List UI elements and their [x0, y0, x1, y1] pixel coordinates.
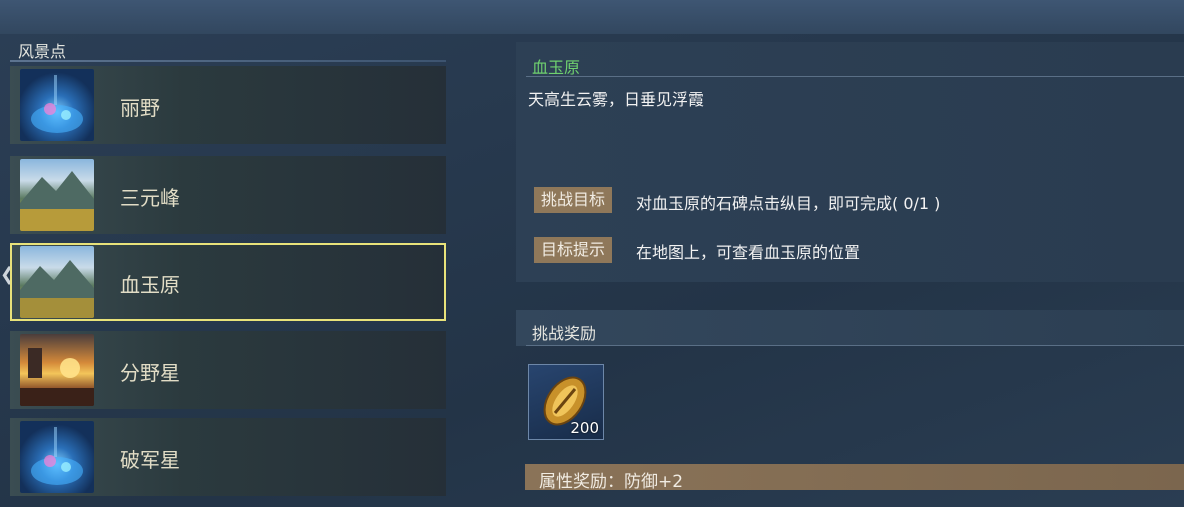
scenic-item-fenyexing[interactable]: 分野星 [10, 331, 446, 409]
detail-title: 血玉原 [532, 58, 581, 77]
reward-item-slot[interactable]: 200 [528, 364, 604, 440]
sunset-scene-thumbnail [20, 334, 94, 406]
scenic-list-panel: 风景点 丽野 三元峰 血玉原 分野星 破军星 [8, 36, 448, 507]
scenic-item-label: 丽野 [120, 96, 160, 120]
scenic-item-liye[interactable]: 丽野 [10, 66, 446, 144]
reward-section: 挑战奖励 [516, 310, 1184, 346]
mountain-scene-thumbnail [20, 246, 94, 318]
scenic-detail-panel: 血玉原 天高生云雾，日垂见浮霞 挑战目标 对血玉原的石碑点击纵目，即可完成( 0… [516, 42, 1184, 282]
goal-text: 对血玉原的石碑点击纵目，即可完成( 0/1 ) [636, 194, 941, 213]
top-bar [0, 0, 1184, 35]
detail-description: 天高生云雾，日垂见浮霞 [528, 90, 705, 109]
scenic-item-label: 血玉原 [120, 273, 180, 297]
mountain-scene-thumbnail [20, 159, 94, 231]
reward-title: 挑战奖励 [532, 324, 597, 343]
starry-scene-thumbnail [20, 421, 94, 493]
scenic-item-xueyuyuan[interactable]: 血玉原 [10, 243, 446, 321]
scenic-item-label: 破军星 [120, 448, 180, 472]
scenic-section-title: 风景点 [18, 42, 67, 61]
scenic-item-pojunxing[interactable]: 破军星 [10, 418, 446, 496]
starry-scene-thumbnail [20, 69, 94, 141]
reward-item-count: 200 [570, 419, 599, 437]
attribute-reward-bar: 属性奖励：防御+2 [525, 464, 1184, 492]
reward-divider [526, 345, 1184, 346]
hint-text: 在地图上，可查看血玉原的位置 [636, 243, 861, 262]
goal-tag: 挑战目标 [534, 187, 613, 213]
detail-divider [526, 76, 1184, 77]
scenic-item-sanyuanfeng[interactable]: 三元峰 [10, 156, 446, 234]
section-divider [10, 60, 446, 62]
scenic-item-label: 三元峰 [120, 186, 180, 210]
attribute-reward-text: 属性奖励：防御+2 [539, 472, 684, 492]
hint-tag: 目标提示 [534, 237, 613, 263]
scenic-item-label: 分野星 [120, 361, 180, 385]
